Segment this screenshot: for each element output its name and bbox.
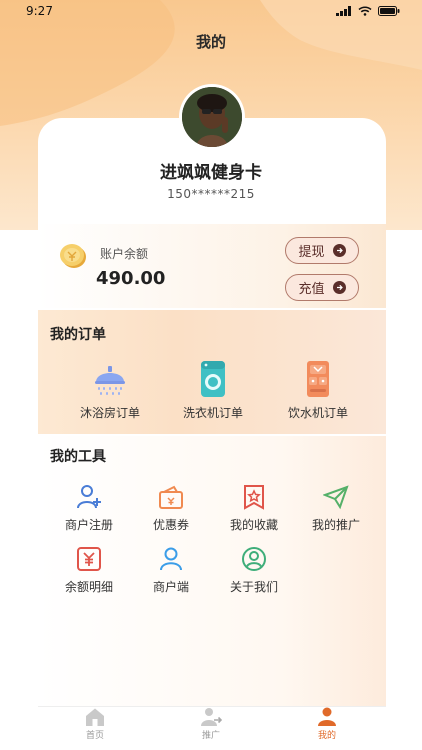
wallet-icon xyxy=(159,485,183,509)
arrow-right-icon xyxy=(332,281,346,294)
status-time: 9:27 xyxy=(26,4,53,18)
paper-plane-icon xyxy=(323,485,349,510)
user-phone: 150******215 xyxy=(167,187,255,201)
tab-mine[interactable]: 我的 xyxy=(287,707,367,741)
status-icons xyxy=(336,6,400,16)
recharge-button[interactable]: 充值 xyxy=(285,274,359,301)
wifi-icon xyxy=(358,6,372,16)
signal-icon xyxy=(336,6,351,16)
tool-label: 我的推广 xyxy=(311,518,360,532)
tool-label: 关于我们 xyxy=(229,580,278,594)
tool-balance-detail[interactable]: 余额明细 xyxy=(48,546,130,595)
washing-machine-icon xyxy=(201,361,225,397)
withdraw-button[interactable]: 提现 xyxy=(285,237,359,264)
user-name: 进飒飒健身卡 xyxy=(160,163,262,183)
add-user-icon xyxy=(77,485,101,509)
tab-label: 推广 xyxy=(201,731,220,741)
profile-page: 9:27 我的 进飒飒健身卡 150******215 账户余额 490.00 … xyxy=(0,0,422,750)
tool-favorites[interactable]: 我的收藏 xyxy=(213,484,295,533)
battery-icon xyxy=(378,6,400,16)
tab-label: 首页 xyxy=(85,731,104,741)
shower-icon xyxy=(95,366,125,395)
order-item-label: 洗衣机订单 xyxy=(182,406,243,420)
coin-icon xyxy=(60,244,86,268)
withdraw-label: 提现 xyxy=(298,245,325,260)
recharge-label: 充值 xyxy=(298,282,325,297)
tool-label: 商户注册 xyxy=(64,518,113,532)
order-item-label: 沐浴房订单 xyxy=(79,406,140,420)
tool-label: 商户端 xyxy=(152,580,189,594)
person-icon xyxy=(318,707,336,726)
tool-label: 余额明细 xyxy=(64,580,113,594)
avatar[interactable] xyxy=(179,84,245,150)
status-bar: 9:27 xyxy=(0,0,422,22)
tab-home[interactable]: 首页 xyxy=(55,707,135,741)
avatar-image xyxy=(182,87,242,147)
tool-label: 我的收藏 xyxy=(229,518,278,532)
order-item-washer[interactable]: 洗衣机订单 xyxy=(163,360,263,421)
yen-icon xyxy=(77,547,101,571)
water-dispenser-icon xyxy=(307,361,329,397)
tab-label: 我的 xyxy=(317,731,336,741)
page-title: 我的 xyxy=(195,33,226,51)
balance-value: 490.00 xyxy=(96,268,166,289)
user-circle-icon xyxy=(242,547,266,571)
tool-about-us[interactable]: 关于我们 xyxy=(213,546,295,595)
order-item-shower[interactable]: 沐浴房订单 xyxy=(60,360,160,421)
tool-merchant-register[interactable]: 商户注册 xyxy=(48,484,130,533)
tool-label: 优惠券 xyxy=(152,518,189,532)
balance-label: 账户余额 xyxy=(100,247,149,261)
home-icon xyxy=(86,708,104,726)
user-icon xyxy=(160,547,182,571)
star-bookmark-icon xyxy=(244,485,264,510)
order-item-label: 饮水机订单 xyxy=(287,406,348,420)
share-user-icon xyxy=(201,708,222,726)
tool-merchant-portal[interactable]: 商户端 xyxy=(130,546,212,595)
tools-title: 我的工具 xyxy=(50,449,106,465)
tool-coupon[interactable]: 优惠券 xyxy=(130,484,212,533)
arrow-right-icon xyxy=(332,244,346,257)
tab-promotion[interactable]: 推广 xyxy=(171,707,251,741)
order-item-water[interactable]: 饮水机订单 xyxy=(268,360,368,421)
tool-promotion[interactable]: 我的推广 xyxy=(295,484,377,533)
orders-title: 我的订单 xyxy=(50,327,106,343)
